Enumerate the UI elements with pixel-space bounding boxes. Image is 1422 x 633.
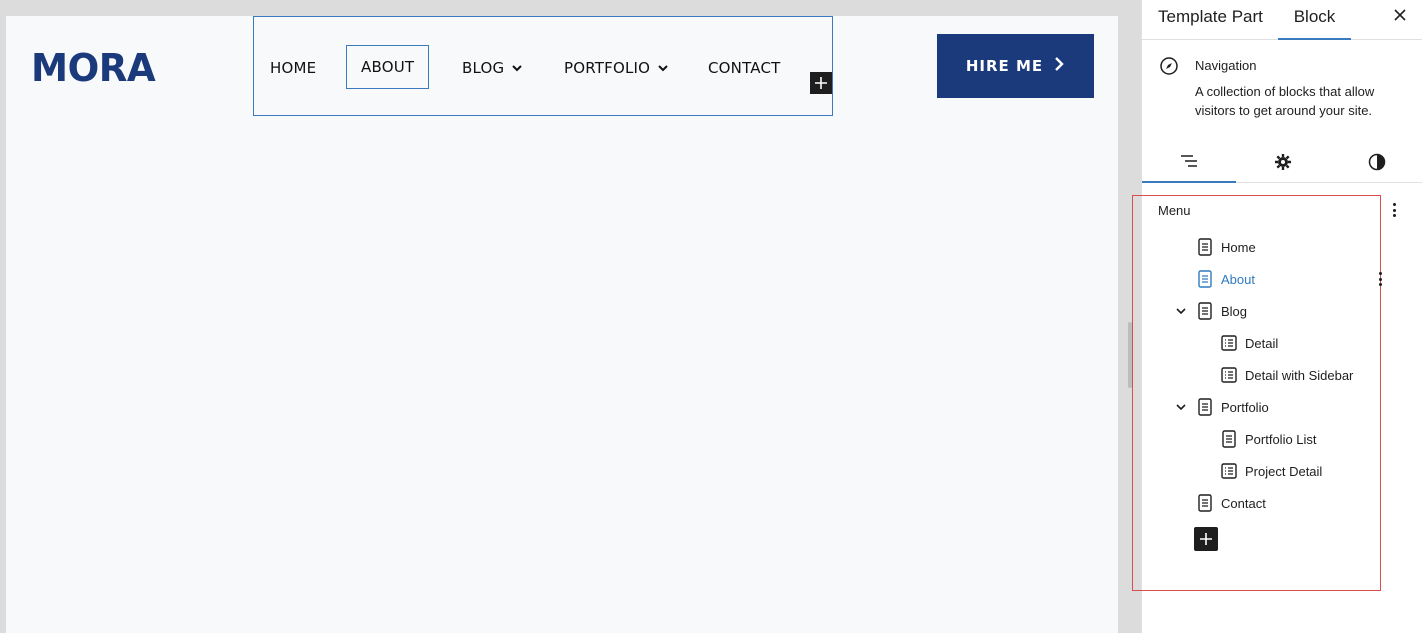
page-list-icon <box>1221 463 1237 479</box>
nav-item-label: ABOUT <box>361 58 415 76</box>
chevron-down-icon <box>656 61 670 75</box>
add-menu-item-button[interactable] <box>1194 527 1218 551</box>
list-item-portfolio-list[interactable]: Portfolio List <box>1221 429 1317 449</box>
block-title: Navigation <box>1195 58 1257 73</box>
menu-options-icon[interactable] <box>1388 200 1400 220</box>
hire-me-label: HIRE ME <box>965 57 1044 75</box>
list-item-label: Detail <box>1245 335 1279 351</box>
menu-title[interactable]: Menu <box>1158 203 1191 218</box>
tab-template-part[interactable]: Template Part <box>1158 0 1263 40</box>
list-item-detail[interactable]: Detail <box>1221 333 1278 353</box>
hire-me-button[interactable]: HIRE ME <box>937 34 1094 98</box>
nav-item-label: BLOG <box>462 59 505 77</box>
list-item-project-detail[interactable]: Project Detail <box>1221 461 1322 481</box>
nav-item-portfolio[interactable]: PORTFOLIO <box>564 59 670 77</box>
compass-icon <box>1159 56 1179 76</box>
block-description: A collection of blocks that allow visito… <box>1195 84 1375 118</box>
list-item-label: Contact <box>1221 495 1266 511</box>
nav-item-about[interactable]: ABOUT <box>346 45 430 89</box>
plus-icon <box>1200 533 1212 545</box>
navigation-block[interactable]: HOME ABOUT BLOG PORTFOLIO CONTACT <box>253 16 833 116</box>
nav-item-label: PORTFOLIO <box>564 59 651 77</box>
nav-item-label: HOME <box>270 59 317 77</box>
chevron-down-icon[interactable] <box>1175 305 1187 317</box>
plus-icon <box>815 77 827 89</box>
page-icon <box>1198 494 1212 512</box>
list-item-label: Portfolio <box>1221 399 1269 415</box>
close-icon[interactable] <box>1394 8 1406 26</box>
editor-canvas: MORA HOME ABOUT BLOG PORTFOLIO CONTACT H… <box>6 16 1118 633</box>
list-item-label: Home <box>1221 239 1256 255</box>
nav-item-blog[interactable]: BLOG <box>462 59 524 77</box>
settings-icon[interactable] <box>1236 140 1330 183</box>
chevron-right-icon <box>1053 56 1065 76</box>
list-item-portfolio[interactable]: Portfolio <box>1197 397 1269 417</box>
page-icon <box>1222 430 1236 448</box>
tab-block[interactable]: Block <box>1278 0 1351 40</box>
list-item-label: Blog <box>1221 303 1248 319</box>
list-item-blog[interactable]: Blog <box>1197 301 1247 321</box>
list-item-label: About <box>1221 271 1255 287</box>
list-item-label: Project Detail <box>1245 463 1323 479</box>
nav-item-contact[interactable]: CONTACT <box>708 59 781 77</box>
chevron-down-icon[interactable] <box>1175 401 1187 413</box>
styles-icon[interactable] <box>1330 140 1422 183</box>
list-item-label: Portfolio List <box>1245 431 1317 447</box>
page-icon <box>1198 302 1212 320</box>
list-item-home[interactable]: Home <box>1197 237 1256 257</box>
page-icon <box>1198 238 1212 256</box>
list-item-label: Detail with Sidebar <box>1245 367 1354 383</box>
page-icon <box>1198 270 1212 288</box>
inspector-tabs <box>1142 140 1422 183</box>
page-list-icon <box>1221 367 1237 383</box>
menu-list-highlight <box>1132 195 1381 591</box>
list-view-icon[interactable] <box>1142 140 1236 183</box>
list-item-contact[interactable]: Contact <box>1197 493 1266 513</box>
item-options-icon[interactable] <box>1377 270 1383 288</box>
site-logo[interactable]: MORA <box>31 46 156 90</box>
add-block-button[interactable] <box>810 72 832 94</box>
list-item-about[interactable]: About <box>1197 269 1255 289</box>
list-item-detail-with-sidebar[interactable]: Detail with Sidebar <box>1221 365 1353 385</box>
nav-item-home[interactable]: HOME <box>270 59 316 77</box>
chevron-down-icon <box>510 61 524 75</box>
page-icon <box>1198 398 1212 416</box>
nav-item-label: CONTACT <box>708 59 781 77</box>
page-list-icon <box>1221 335 1237 351</box>
sidebar-tabs: Template Part Block <box>1142 0 1422 40</box>
